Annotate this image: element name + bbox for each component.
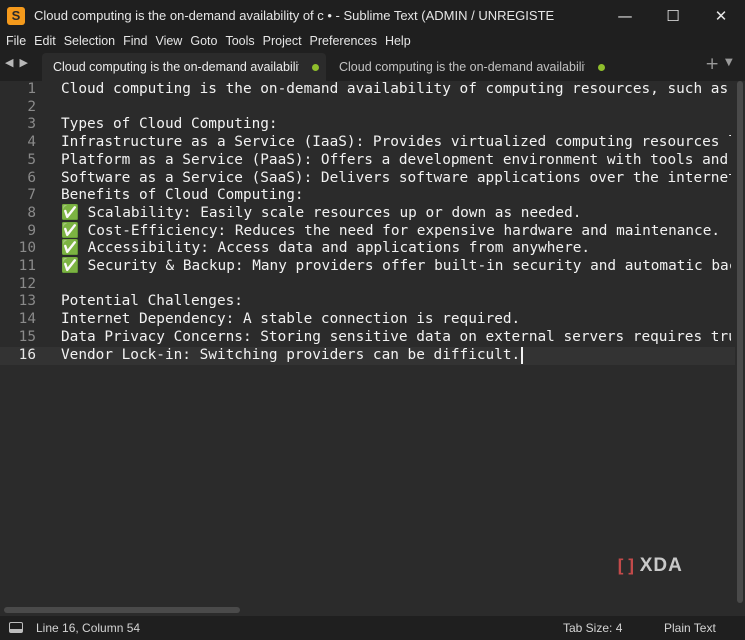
text-line[interactable]: Internet Dependency: A stable connection… [61, 311, 520, 329]
line-number: 15 [18, 328, 36, 345]
text-line[interactable]: ✅ Accessibility: Access data and applica… [61, 240, 590, 258]
line-number-current: 16 [18, 346, 36, 363]
minimize-button[interactable]: — [601, 0, 649, 31]
cursor-position[interactable]: Line 16, Column 54 [36, 621, 140, 635]
maximize-button[interactable]: ☐ [649, 0, 697, 31]
xda-logo-bracket: [] [615, 555, 637, 577]
sublime-app-icon[interactable]: S [7, 6, 25, 25]
menu-find[interactable]: Find [123, 34, 147, 48]
vertical-scrollbar-thumb[interactable] [737, 81, 743, 603]
text-line[interactable]: Types of Cloud Computing: [61, 116, 278, 134]
line-number: 11 [18, 258, 36, 274]
text-line[interactable]: Platform as a Service (PaaS): Offers a d… [61, 152, 731, 170]
window-controls: — ☐ ✕ [601, 0, 745, 31]
menu-file[interactable]: File [6, 34, 26, 48]
line-number: 4 [27, 134, 36, 151]
menu-preferences[interactable]: Preferences [310, 34, 377, 48]
text-line[interactable]: ✅ Cost-Efficiency: Reduces the need for … [61, 223, 720, 241]
tab-document-1[interactable]: Cloud computing is the on-demand availab… [42, 53, 326, 81]
current-line-text: Vendor Lock-in: Switching providers can … [61, 346, 521, 363]
tab-next-icon[interactable]: ▶ [19, 56, 27, 69]
title-bar: S Cloud computing is the on-demand avail… [0, 0, 745, 31]
text-line[interactable]: Cloud computing is the on-demand availab… [61, 81, 731, 99]
tab-label: Cloud computing is the on-demand availab… [53, 60, 299, 74]
horizontal-scrollbar-thumb[interactable] [4, 607, 240, 613]
tab-size-selector[interactable]: Tab Size: 4 [563, 621, 622, 635]
syntax-selector[interactable]: Plain Text [664, 621, 716, 635]
menu-project[interactable]: Project [263, 34, 302, 48]
text-line[interactable]: Data Privacy Concerns: Storing sensitive… [61, 329, 731, 347]
menu-selection[interactable]: Selection [64, 34, 115, 48]
line-number: 8 [27, 204, 36, 221]
text-line[interactable]: Potential Challenges: [61, 293, 243, 311]
text-cursor [521, 346, 523, 364]
tab-document-2[interactable]: Cloud computing is the on-demand availab… [328, 53, 612, 81]
line-number: 7 [27, 187, 36, 204]
status-bar: Line 16, Column 54 Tab Size: 4 Plain Tex… [0, 616, 745, 640]
tab-prev-icon[interactable]: ◀ [5, 56, 13, 69]
text-line[interactable]: ✅ Scalability: Easily scale resources up… [61, 205, 581, 223]
unsaved-dot-icon[interactable] [598, 63, 605, 71]
xda-logo-text: XDA [639, 555, 683, 576]
menu-bar: File Edit Selection Find View Goto Tools… [0, 31, 745, 50]
line-number: 1 [27, 81, 36, 97]
xda-watermark: [] XDA [615, 555, 683, 577]
close-button[interactable]: ✕ [697, 0, 745, 31]
unsaved-dot-icon[interactable] [312, 63, 319, 71]
line-number: 14 [18, 311, 36, 328]
text-content[interactable]: Cloud computing is the on-demand availab… [61, 81, 731, 604]
text-line[interactable]: ✅ Security & Backup: Many providers offe… [61, 258, 731, 276]
line-number: 6 [27, 169, 36, 186]
menu-help[interactable]: Help [385, 34, 411, 48]
text-line-current[interactable]: Vendor Lock-in: Switching providers can … [61, 346, 523, 365]
horizontal-scrollbar[interactable] [0, 604, 745, 616]
line-number: 12 [18, 275, 36, 292]
new-tab-icon[interactable]: + [705, 54, 719, 74]
tab-label: Cloud computing is the on-demand availab… [339, 60, 585, 74]
text-line[interactable]: Infrastructure as a Service (IaaS): Prov… [61, 134, 731, 152]
line-number: 10 [18, 240, 36, 257]
menu-tools[interactable]: Tools [225, 34, 254, 48]
line-number: 3 [27, 116, 36, 133]
text-line[interactable]: Software as a Service (SaaS): Delivers s… [61, 170, 731, 188]
tab-bar: ◀ ▶ Cloud computing is the on-demand ava… [0, 50, 745, 81]
window-title: Cloud computing is the on-demand availab… [34, 8, 554, 23]
tab-list-chevron-icon[interactable]: ▼ [725, 57, 733, 68]
menu-goto[interactable]: Goto [190, 34, 217, 48]
menu-edit[interactable]: Edit [34, 34, 56, 48]
line-number: 5 [27, 151, 36, 168]
line-number: 13 [18, 293, 36, 310]
tab-navigation: ◀ ▶ [5, 56, 28, 69]
menu-view[interactable]: View [155, 34, 182, 48]
line-number: 9 [27, 222, 36, 239]
editor-area[interactable]: 1 2 3 4 5 6 7 8 9 10 11 12 13 14 15 16 C… [0, 81, 745, 604]
line-number-gutter: 1 2 3 4 5 6 7 8 9 10 11 12 13 14 15 16 [0, 81, 48, 604]
line-number: 2 [27, 98, 36, 115]
panel-toggle-icon[interactable] [9, 622, 23, 633]
text-line[interactable]: Benefits of Cloud Computing: [61, 187, 304, 205]
